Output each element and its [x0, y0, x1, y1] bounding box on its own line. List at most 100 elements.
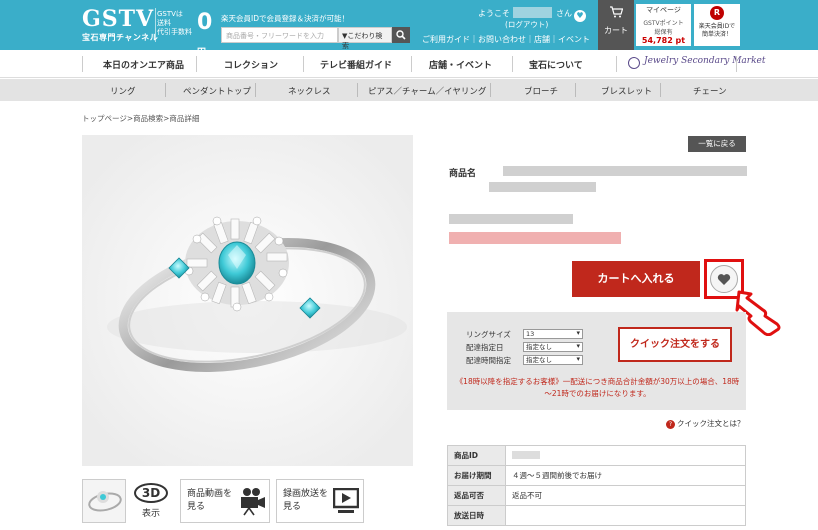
cat-pierce[interactable]: ピアス／チャーム／イヤリング [368, 85, 486, 97]
product-name-blurred-2 [489, 182, 596, 192]
product-video-button[interactable]: 商品動画を 見る [180, 479, 270, 523]
spec-value [505, 445, 746, 466]
points-value: 54,782 pt [641, 36, 686, 45]
jsm-logo-icon [628, 57, 640, 69]
main-nav: 本日のオンエア商品 コレクション テレビ番組ガイド 店舗・イベント 宝石について… [0, 50, 818, 78]
cart-icon [598, 6, 634, 21]
delivery-date-label: 配達指定日 [466, 343, 504, 352]
rakuten-notice[interactable]: 楽天会員IDで会員登録＆決済が可能！ [221, 13, 349, 24]
advanced-search-button[interactable]: ▼こだわり検索 [338, 27, 392, 50]
nav-sep [512, 56, 513, 72]
nav-sep [196, 56, 197, 72]
product-name-label: 商品名 [449, 169, 477, 179]
spec-value: 返品不可 [505, 485, 746, 506]
product-main-image[interactable] [82, 135, 413, 466]
san-text: さん [556, 9, 572, 18]
cat-chain[interactable]: チェーン [693, 85, 727, 97]
rakuten-icon: R [710, 6, 724, 20]
product-id-blurred [512, 450, 540, 459]
cat-pendant[interactable]: ペンダントトップ [183, 85, 251, 97]
favorites-heart-icon[interactable]: ♥ [574, 10, 586, 22]
nav-about-gems[interactable]: 宝石について [529, 58, 583, 71]
product-name-blurred [503, 166, 747, 176]
3d-label: 表示 [141, 509, 160, 519]
gstv-logo[interactable]: GSTV 宝石専門チャンネル [82, 8, 158, 43]
search-button[interactable] [392, 27, 410, 43]
product-spec-table: 商品ID お届け期間 ４週～５週間前後でお届け 返品可否 返品不可 放送日時 [447, 445, 746, 526]
header-divider [155, 8, 156, 42]
nav-sep [303, 56, 304, 72]
nav-tv-guide[interactable]: テレビ番組ガイド [320, 58, 392, 71]
cat-necklace[interactable]: ネックレス [288, 85, 331, 97]
rec-label: 録画放送を 見る [283, 488, 328, 514]
product-info-blurred [449, 214, 573, 224]
breadcrumb[interactable]: トップページ>商品検索>商品詳細 [82, 113, 199, 124]
table-row: 放送日時 [447, 505, 746, 526]
nav-sep [82, 56, 83, 72]
header-links[interactable]: ご利用ガイド｜お問い合わせ｜店舗｜イベント [422, 34, 590, 45]
3d-view-button[interactable]: 3D 表示 [130, 479, 172, 523]
thumbnail-ring-image [83, 480, 125, 522]
spec-value: ４週～５週間前後でお届け [505, 465, 746, 486]
nav-today-onair[interactable]: 本日のオンエア商品 [103, 58, 184, 71]
nav-sep [411, 56, 412, 72]
nav-jewelry-secondary-market[interactable]: Jewelry Secondary Market [644, 56, 766, 66]
rec-label2: 見る [283, 502, 302, 512]
cat-ring[interactable]: リング [110, 85, 136, 97]
nav-collection[interactable]: コレクション [224, 58, 278, 71]
rec-label1: 録画放送を [283, 489, 329, 499]
add-to-cart-button[interactable]: カートへ入れる [572, 261, 700, 297]
points-sub: 総保有 [654, 29, 673, 36]
mypage-link[interactable]: マイページ [636, 5, 691, 15]
heart-icon [717, 274, 731, 285]
table-row: 商品ID [447, 445, 746, 466]
back-to-list-button[interactable]: 一覧に戻る [688, 136, 746, 152]
spec-label: 商品ID [447, 445, 506, 466]
cat-brooch[interactable]: ブローチ [524, 85, 558, 97]
cat-sep [357, 83, 358, 97]
nav-store-event[interactable]: 店舗・イベント [429, 58, 492, 71]
nav-sep [736, 56, 737, 72]
free-shipping-badge: GSTVは 送料 代引手数料 0円 [157, 10, 217, 58]
cat-sep [255, 83, 256, 97]
recorded-broadcast-button[interactable]: 録画放送を 見る [276, 479, 364, 523]
points-title: GSTVポイント [643, 20, 684, 27]
cat-sep [660, 83, 661, 97]
3d-icon: 3D [134, 483, 168, 503]
spec-label: 放送日時 [447, 505, 506, 526]
point-box[interactable]: マイページ GSTVポイント 総保有 54,782 pt [636, 4, 691, 46]
ring-size-label: リングサイズ [466, 330, 511, 339]
cart-button[interactable]: カート [598, 0, 634, 50]
table-row: お届け期間 ４週～５週間前後でお届け [447, 465, 746, 486]
tv-play-icon [333, 488, 359, 513]
quick-order-help-link[interactable]: ? クイック注文とは？ [666, 418, 745, 429]
video-label1: 商品動画を [187, 489, 233, 499]
rakuten-pay-banner[interactable]: R 楽天会員IDで 簡単決済！ [694, 4, 740, 46]
quick-order-button[interactable]: クイック注文をする [618, 327, 732, 362]
rakuten-text2: 簡単決済！ [701, 31, 732, 38]
thumbnail-ring[interactable] [82, 479, 126, 523]
cart-label: カート [604, 26, 628, 35]
delivery-time-label: 配達時間指定 [466, 356, 511, 365]
search-input[interactable]: 商品番号・フリーワードを入力 [221, 27, 338, 43]
delivery-date-select[interactable]: 指定なし [523, 342, 583, 352]
delivery-time-select[interactable]: 指定なし [523, 355, 583, 365]
table-row: 返品可否 返品不可 [447, 485, 746, 506]
video-camera-icon [241, 488, 265, 516]
product-price-blurred [449, 232, 621, 244]
help-text: クイック注文とは？ [677, 419, 745, 428]
logo-text: GSTV [82, 6, 155, 32]
video-label2: 見る [187, 502, 206, 512]
search-icon [396, 30, 406, 40]
ring-size-select[interactable]: 13 [523, 329, 583, 339]
free-zero-num: 0 [197, 10, 213, 35]
logo-subtitle: 宝石専門チャンネル [82, 33, 159, 42]
nav-sep [616, 56, 617, 72]
header-bar: GSTV 宝石専門チャンネル GSTVは 送料 代引手数料 0円 楽天会員IDで… [0, 0, 818, 58]
spec-value [505, 505, 746, 526]
welcome-text: ようこそ [478, 9, 510, 18]
logout-link[interactable]: (ログアウト) [505, 19, 548, 30]
spec-label: 返品可否 [447, 485, 506, 506]
cat-bracelet[interactable]: ブレスレット [601, 85, 652, 97]
quick-order-note: 《18時以降を指定するお客様》一配送につき商品合計金額が30万以上の場合、18時… [455, 377, 740, 398]
